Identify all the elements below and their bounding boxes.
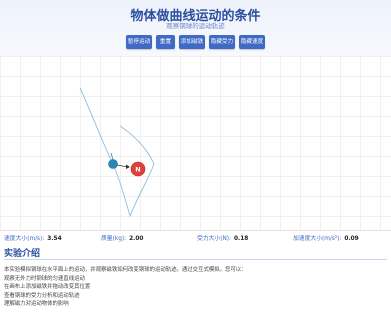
add-magnet-button[interactable]: 添加磁铁: [179, 35, 205, 49]
mass-value: 2.00: [129, 236, 144, 242]
force-stat: 受力大小(N): 0.18: [197, 233, 248, 242]
velocity-stat: 速度大小(m/s): 3.54: [4, 233, 62, 242]
intro-line: 本实验模拟钢球在水平面上的运动，并观察磁铁如何改变钢球的运动轨迹。通过交互式模拟…: [4, 267, 247, 273]
mass-stat: 质量(kg): 2.00: [101, 233, 143, 242]
steel-ball[interactable]: [108, 159, 118, 169]
velocity-value: 3.54: [47, 236, 62, 242]
acceleration-stat: 加速度大小(m/s²): 0.09: [293, 233, 359, 242]
hide-velocity-button[interactable]: 隐藏速度: [239, 35, 265, 49]
force-arrow-head: [126, 164, 130, 169]
magnet-pole-label: N: [135, 166, 140, 174]
acceleration-value: 0.09: [344, 236, 359, 242]
simulation-svg: N: [79, 87, 155, 218]
pause-button[interactable]: 暂停运动: [126, 35, 152, 49]
simulation-canvas[interactable]: N: [0, 56, 391, 231]
hide-force-button[interactable]: 隐藏受力: [209, 35, 235, 49]
intro-title: 实验介绍: [4, 249, 41, 259]
intro-text: 本实验模拟钢球在水平面上的运动，并观察磁铁如何改变钢球的运动轨迹。通过交互式模拟…: [4, 266, 387, 309]
page-header: 物体做曲线运动的条件 观察钢球的运动轨迹 暂停运动 重置 添加磁铁 隐藏受力 隐…: [0, 0, 391, 56]
intro-line: 观察无外力时钢球的匀速直线运动: [4, 275, 85, 282]
intro-line: 查看钢球的受力分析和运动轨迹: [4, 292, 80, 299]
page-subtitle: 观察钢球的运动轨迹: [166, 22, 225, 30]
velocity-label: 速度大小(m/s):: [4, 236, 45, 242]
force-label: 受力大小(N):: [197, 236, 232, 242]
acceleration-label: 加速度大小(m/s²):: [293, 236, 342, 242]
intro-line: 在画布上添加磁铁并拖动改变其位置: [4, 284, 91, 290]
trajectory-path: [79, 87, 155, 218]
intro-line: 理解磁力对运动物体的影响: [4, 301, 69, 307]
velocity-arrow: [110, 152, 114, 161]
control-bar: 暂停运动 重置 添加磁铁 隐藏受力 隐藏速度: [0, 35, 391, 49]
mass-label: 质量(kg):: [101, 236, 127, 242]
force-value: 0.18: [234, 236, 249, 242]
reset-button[interactable]: 重置: [156, 35, 175, 49]
stats-bar: 速度大小(m/s): 3.54 质量(kg): 2.00 受力大小(N): 0.18 …: [0, 230, 391, 244]
intro-divider: [4, 259, 387, 260]
